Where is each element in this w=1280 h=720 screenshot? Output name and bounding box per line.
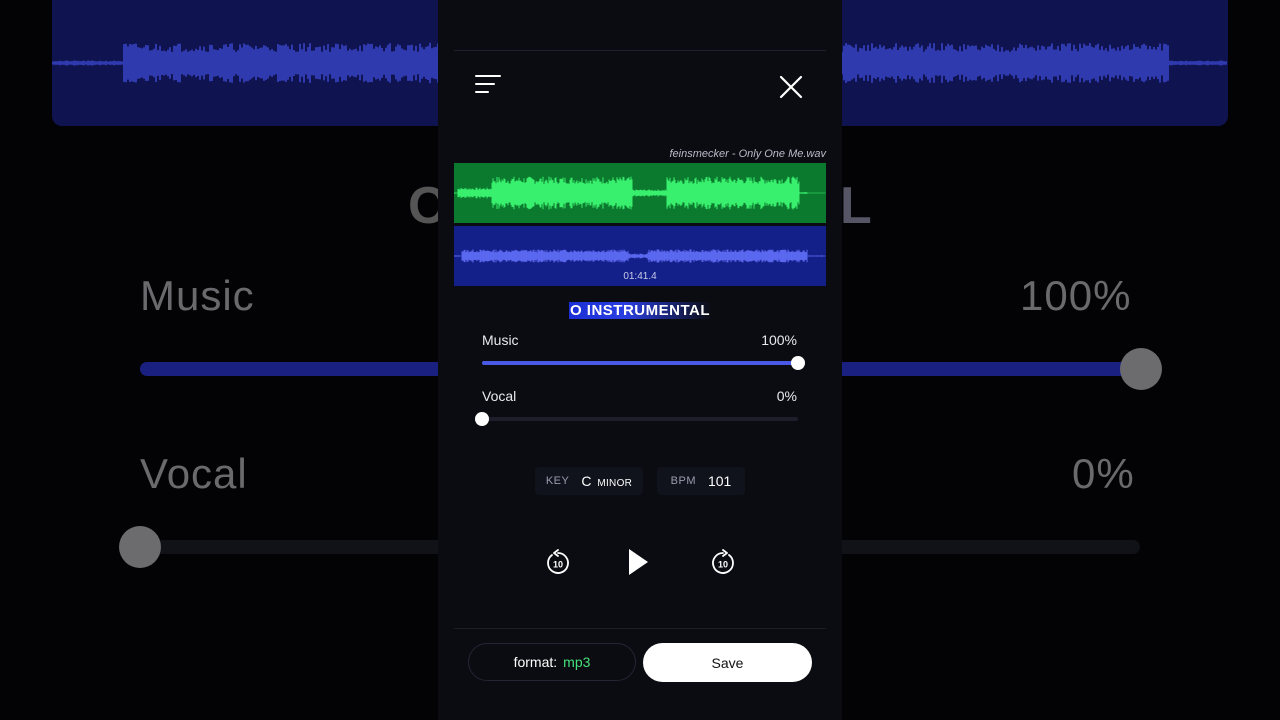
- rewind-10-icon[interactable]: 10: [544, 549, 572, 577]
- top-divider: [454, 50, 826, 51]
- key-label: KEY: [545, 475, 570, 487]
- vocal-percent: 0%: [776, 388, 797, 404]
- background-music-knob: [1120, 348, 1162, 390]
- forward-seconds: 10: [718, 560, 728, 570]
- mode-title-text: O INSTRUMENTAL: [568, 302, 712, 319]
- bpm-chip: BPM 101: [657, 467, 745, 495]
- play-icon[interactable]: [626, 547, 650, 577]
- vocal-label: Vocal: [482, 388, 517, 404]
- key-value: C MINOR: [581, 473, 632, 489]
- bpm-value: 101: [707, 473, 732, 489]
- music-label: Music: [482, 332, 519, 348]
- format-label: format:: [513, 654, 558, 670]
- music-slider-fill: [482, 361, 798, 365]
- save-button[interactable]: Save: [643, 643, 812, 682]
- forward-10-icon[interactable]: 10: [709, 549, 737, 577]
- vocal-slider-thumb[interactable]: [475, 412, 489, 426]
- background-vocal-knob: [119, 526, 161, 568]
- background-vocal-percent: 0%: [1072, 450, 1135, 497]
- vocal-slider[interactable]: [475, 412, 798, 426]
- music-slider[interactable]: [482, 356, 805, 370]
- music-percent: 100%: [761, 332, 797, 348]
- background-music-label: Music: [140, 272, 255, 319]
- rewind-seconds: 10: [553, 560, 563, 570]
- music-waveform[interactable]: 01:41.4: [454, 226, 826, 286]
- bpm-label: BPM: [670, 475, 696, 487]
- mode-title: O INSTRUMENTAL: [438, 302, 842, 319]
- playback-timecode: 01:41.4: [623, 271, 657, 282]
- background-music-percent: 100%: [1020, 272, 1132, 319]
- key-scale: MINOR: [597, 478, 633, 489]
- format-value: mp3: [563, 654, 591, 670]
- format-selector[interactable]: format: mp3: [468, 643, 636, 681]
- mixer-panel: feinsmecker - Only One Me.wav 01:41.4 O …: [438, 0, 842, 720]
- vocal-waveform[interactable]: [454, 163, 826, 223]
- background-vocal-label: Vocal: [140, 450, 248, 497]
- music-slider-thumb[interactable]: [791, 356, 805, 370]
- bottom-divider: [454, 628, 826, 629]
- key-chip: KEY C MINOR: [535, 467, 643, 495]
- close-icon[interactable]: [777, 73, 805, 101]
- file-name: feinsmecker - Only One Me.wav: [669, 148, 827, 160]
- hamburger-menu-icon[interactable]: [475, 74, 503, 98]
- key-note: C: [581, 473, 592, 489]
